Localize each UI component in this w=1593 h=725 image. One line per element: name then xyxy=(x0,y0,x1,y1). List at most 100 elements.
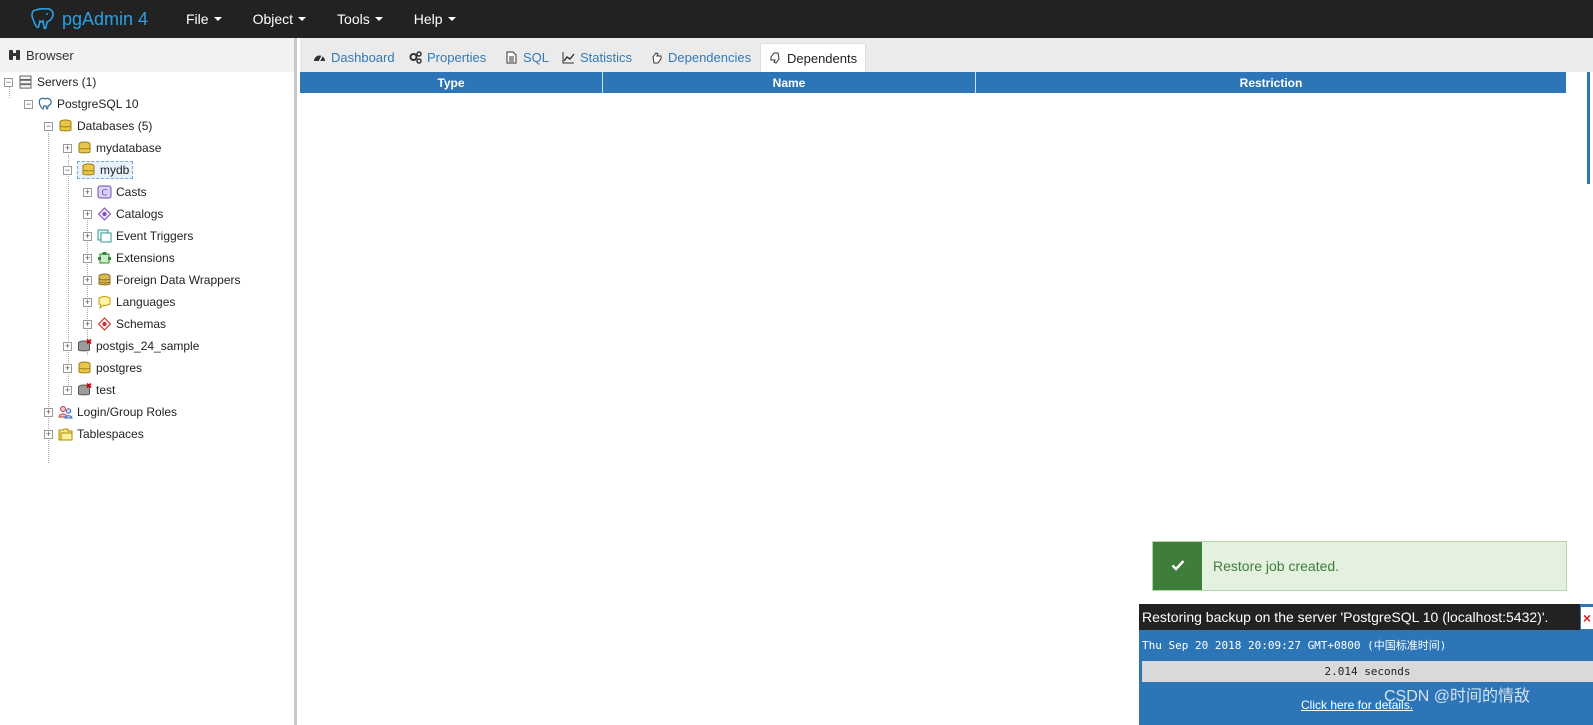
column-header-type[interactable]: Type xyxy=(300,72,603,93)
browser-panel: Browser − Servers (1) − PostgreSQL 10 − … xyxy=(0,38,297,725)
caret-down-icon xyxy=(374,17,383,21)
toast-message: Restore job created. xyxy=(1213,558,1340,574)
tree-expand-toggle[interactable]: + xyxy=(83,253,92,263)
process-notifier: Restoring backup on the server 'PostgreS… xyxy=(1139,604,1593,725)
tree-node-label: Languages xyxy=(116,295,176,309)
toast-icon-box xyxy=(1153,542,1202,590)
tree-node-catalogs[interactable]: + Catalogs xyxy=(83,204,163,224)
pgadmin-elephant-logo-icon xyxy=(30,6,56,32)
properties-icon xyxy=(409,51,422,64)
menu-tools[interactable]: Tools xyxy=(337,11,383,27)
grid-scrollbar-thumb[interactable] xyxy=(1587,72,1590,184)
svg-text:C: C xyxy=(101,189,107,199)
tree-expand-toggle[interactable]: + xyxy=(83,209,92,219)
database-icon xyxy=(77,361,92,375)
tree-expand-toggle[interactable]: + xyxy=(44,407,53,417)
tree-node-tablespaces[interactable]: + Tablespaces xyxy=(44,424,144,444)
tree-node-login-group-roles[interactable]: + Login/Group Roles xyxy=(44,402,177,422)
dependencies-icon xyxy=(650,51,663,64)
tree-expand-toggle[interactable]: + xyxy=(63,341,72,351)
tab-dependents-label: Dependents xyxy=(787,50,858,66)
sql-icon xyxy=(505,51,518,64)
binoculars-icon xyxy=(8,49,21,61)
tab-sql[interactable]: SQL xyxy=(497,43,557,72)
tree-expand-toggle[interactable]: + xyxy=(63,363,72,373)
tree-expand-toggle[interactable]: + xyxy=(83,297,92,307)
tree-expand-toggle[interactable]: + xyxy=(83,275,92,285)
menu-object[interactable]: Object xyxy=(253,11,307,27)
tree-node-languages[interactable]: + Languages xyxy=(83,292,175,312)
database-icon xyxy=(77,141,92,155)
tree-node-text: mydb xyxy=(100,163,130,177)
brand[interactable]: pgAdmin 4 xyxy=(30,6,180,32)
tab-dependents[interactable]: Dependents xyxy=(760,43,867,72)
caret-down-icon xyxy=(447,17,456,21)
tree-node-mydb[interactable]: − mydb xyxy=(63,160,134,180)
tree-expand-toggle[interactable]: + xyxy=(63,143,72,153)
close-icon[interactable]: × xyxy=(1581,607,1593,629)
tree-node-label: Databases (5) xyxy=(77,119,153,133)
tab-dashboard[interactable]: Dashboard xyxy=(305,43,403,72)
menu-help-label: Help xyxy=(413,11,443,27)
tree-expand-toggle[interactable]: + xyxy=(83,319,92,329)
languages-icon xyxy=(97,295,112,310)
tab-statistics[interactable]: Statistics xyxy=(554,43,640,72)
menu-file[interactable]: File xyxy=(186,11,222,27)
menu-tools-label: Tools xyxy=(337,11,370,27)
browser-title: Browser xyxy=(26,47,74,63)
tree-expand-toggle[interactable]: + xyxy=(63,385,72,395)
tab-properties-label: Properties xyxy=(427,50,487,65)
extensions-icon xyxy=(97,251,112,265)
tree-node-postgis-24-sample[interactable]: + postgis_24_sample xyxy=(63,336,199,356)
tree-node-label: PostgreSQL 10 xyxy=(57,97,139,111)
elephant-server-icon xyxy=(38,97,53,111)
tree-expand-toggle[interactable]: + xyxy=(44,429,53,439)
success-toast[interactable]: Restore job created. xyxy=(1152,541,1567,591)
check-icon xyxy=(1171,559,1185,574)
tab-dependencies-label: Dependencies xyxy=(668,50,752,65)
caret-down-icon xyxy=(298,17,307,21)
watermark-text: CSDN @时间的情敌 xyxy=(1384,688,1531,705)
tree-node-postgresql-10[interactable]: − PostgreSQL 10 xyxy=(24,94,139,114)
grid-scrollbar[interactable] xyxy=(1566,72,1593,184)
tree-collapse-toggle[interactable]: − xyxy=(63,165,72,175)
tree-node-servers[interactable]: − Servers (1) xyxy=(4,72,96,92)
column-header-restriction[interactable]: Restriction xyxy=(976,72,1566,93)
browser-panel-header: Browser xyxy=(0,38,294,72)
tree-node-label: Event Triggers xyxy=(116,229,194,243)
tree-node-mydatabase[interactable]: + mydatabase xyxy=(63,138,161,158)
tree-node-casts[interactable]: + C Casts xyxy=(83,182,147,202)
tree-node-postgres[interactable]: + postgres xyxy=(63,358,142,378)
tab-dependencies[interactable]: Dependencies xyxy=(642,43,759,72)
tree-node-event-triggers[interactable]: + Event Triggers xyxy=(83,226,193,246)
tree-expand-toggle[interactable]: + xyxy=(83,187,92,197)
process-title: Restoring backup on the server 'PostgreS… xyxy=(1139,604,1580,630)
servers-icon xyxy=(18,75,33,89)
tab-properties[interactable]: Properties xyxy=(401,43,494,72)
tree-node-foreign-data-wrappers[interactable]: + Foreign Data Wrappers xyxy=(83,270,241,290)
column-header-name[interactable]: Name xyxy=(603,72,976,93)
tree-node-label: Foreign Data Wrappers xyxy=(116,273,241,287)
tab-sql-label: SQL xyxy=(523,50,550,65)
tree-node-test[interactable]: + test xyxy=(63,380,115,400)
dependents-grid-header: Type Name Restriction xyxy=(300,72,1566,93)
tree-collapse-toggle[interactable]: − xyxy=(44,121,53,131)
tree-node-databases[interactable]: − Databases (5) xyxy=(44,116,152,136)
statistics-icon xyxy=(562,51,575,64)
tree-collapse-toggle[interactable]: − xyxy=(4,77,13,87)
main-menu: File Object Tools Help xyxy=(186,11,487,27)
tree-node-label: Casts xyxy=(116,185,147,199)
menu-help[interactable]: Help xyxy=(414,11,456,27)
tree-node-schemas[interactable]: + Schemas xyxy=(83,314,166,334)
caret-down-icon xyxy=(213,17,222,21)
foreign-data-wrappers-icon xyxy=(97,273,112,287)
tree-collapse-toggle[interactable]: − xyxy=(24,99,33,109)
process-start-time: Thu Sep 20 2018 20:09:27 GMT+0800 (中国标准时… xyxy=(1142,639,1447,652)
tree-node-label: mydatabase xyxy=(96,141,162,155)
tree-node-label: postgres xyxy=(96,361,143,375)
tablespaces-icon xyxy=(58,427,73,441)
tree-node-label: Servers (1) xyxy=(37,75,97,89)
tree-expand-toggle[interactable]: + xyxy=(83,231,92,241)
tree-node-extensions[interactable]: + Extensions xyxy=(83,248,175,268)
top-navbar: pgAdmin 4 File Object Tools Help xyxy=(0,0,1593,38)
